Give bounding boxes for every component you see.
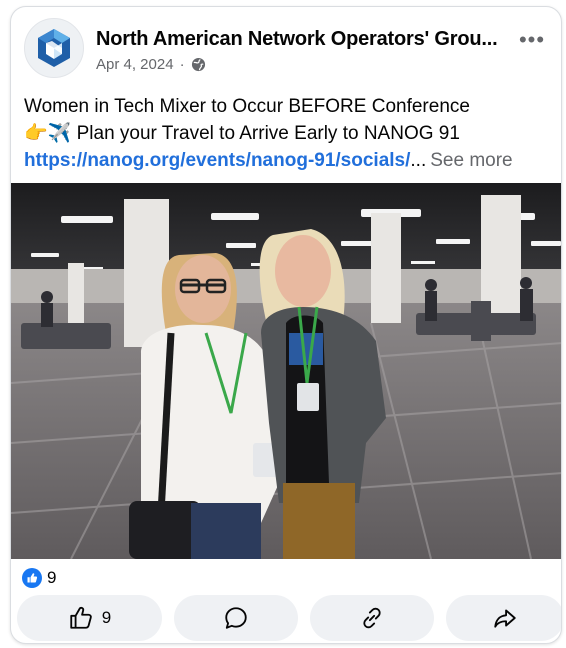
post-photo[interactable] [11,183,561,559]
post-header: North American Network Operators' Grou..… [11,7,561,87]
post-body: Women in Tech Mixer to Occur BEFORE Conf… [24,93,556,174]
thumbs-up-icon [70,606,92,629]
text-ellipsis: ... [410,150,427,171]
page-name-link[interactable]: North American Network Operators' Grou..… [96,28,516,51]
post-text-line-1: Women in Tech Mixer to Occur BEFORE Conf… [24,96,470,117]
globe-icon [191,57,205,72]
see-more-button[interactable]: See more [430,150,512,171]
post-meta: Apr 4, 2024 · [96,56,206,73]
comment-button[interactable] [174,595,298,641]
copy-link-button[interactable] [310,595,434,641]
more-options-icon[interactable]: ••• [517,29,547,51]
meta-separator: · [179,56,185,73]
share-icon [494,609,516,628]
post-text-line-2-text: Plan your Travel to Arrive Early to NANO… [71,123,460,144]
post-date[interactable]: Apr 4, 2024 [96,56,174,73]
like-button[interactable]: 9 [17,595,162,641]
post-text-line-2: 👉✈️ Plan your Travel to Arrive Early to … [24,120,556,147]
share-button[interactable] [446,595,561,641]
reaction-count: 9 [47,568,57,587]
post-card: North American Network Operators' Grou..… [10,6,562,644]
reaction-summary[interactable]: 9 [22,567,56,589]
like-icon [22,568,42,588]
nanog-logo-icon [38,29,70,67]
link-icon [363,607,381,629]
like-button-count: 9 [101,608,112,627]
post-text-line-3: https://nanog.org/events/nanog-91/social… [24,147,556,174]
action-bar: 9 [17,595,561,643]
event-link[interactable]: https://nanog.org/events/nanog-91/social… [24,150,410,171]
comment-icon [225,607,247,629]
page-avatar[interactable] [24,18,84,78]
pointing-plane-emoji: 👉✈️ [24,123,72,144]
